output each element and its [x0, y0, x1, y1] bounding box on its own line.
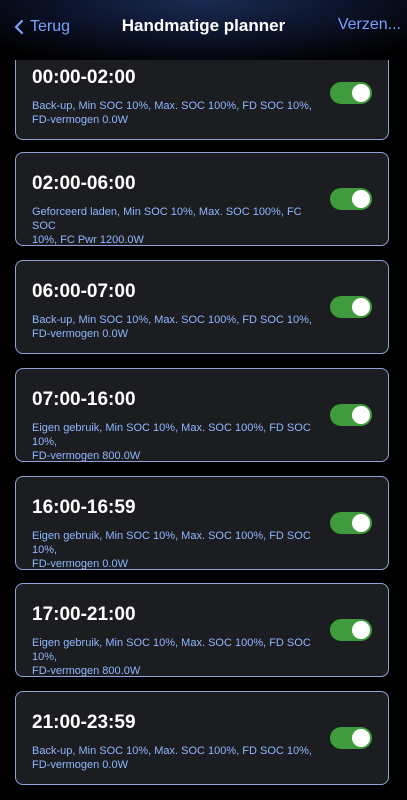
toggle-knob: [352, 190, 370, 208]
description-line: Back-up, Min SOC 10%, Max. SOC 100%, FD …: [32, 100, 312, 112]
schedule-description: Back-up, Min SOC 10%, Max. SOC 100%, FD …: [32, 99, 322, 127]
description-line: Back-up, Min SOC 10%, Max. SOC 100%, FD …: [32, 745, 312, 757]
description-line: FD-vermogen 800.0W: [32, 450, 141, 462]
schedule-description: Back-up, Min SOC 10%, Max. SOC 100%, FD …: [32, 313, 322, 341]
schedule-time: 21:00-23:59: [32, 712, 136, 733]
back-button[interactable]: Terug: [14, 16, 70, 38]
schedule-card-2[interactable]: 06:00-07:00 Back-up, Min SOC 10%, Max. S…: [15, 260, 389, 354]
schedule-time: 02:00-06:00: [32, 173, 136, 194]
schedule-toggle[interactable]: [330, 82, 372, 104]
schedule-list[interactable]: 00:00-02:00 Back-up, Min SOC 10%, Max. S…: [0, 60, 407, 800]
schedule-toggle[interactable]: [330, 404, 372, 426]
schedule-card-1[interactable]: 02:00-06:00 Geforceerd laden, Min SOC 10…: [15, 152, 389, 246]
description-line: FD-vermogen 0.0W: [32, 558, 128, 570]
schedule-card-6[interactable]: 21:00-23:59 Back-up, Min SOC 10%, Max. S…: [15, 691, 389, 785]
schedule-toggle[interactable]: [330, 619, 372, 641]
description-line: Geforceerd laden, Min SOC 10%, Max. SOC …: [32, 206, 302, 232]
description-line: Eigen gebruik, Min SOC 10%, Max. SOC 100…: [32, 422, 311, 448]
toggle-knob: [352, 406, 370, 424]
description-line: Back-up, Min SOC 10%, Max. SOC 100%, FD …: [32, 314, 312, 326]
schedule-toggle[interactable]: [330, 188, 372, 210]
description-line: 10%, FC Pwr 1200.0W: [32, 234, 144, 246]
schedule-description: Eigen gebruik, Min SOC 10%, Max. SOC 100…: [32, 421, 322, 463]
description-line: Eigen gebruik, Min SOC 10%, Max. SOC 100…: [32, 530, 311, 556]
description-line: FD-vermogen 800.0W: [32, 665, 141, 677]
schedule-card-0[interactable]: 00:00-02:00 Back-up, Min SOC 10%, Max. S…: [15, 60, 389, 140]
schedule-time: 00:00-02:00: [32, 67, 136, 88]
schedule-description: Eigen gebruik, Min SOC 10%, Max. SOC 100…: [32, 636, 322, 678]
schedule-time: 17:00-21:00: [32, 604, 136, 625]
schedule-card-5[interactable]: 17:00-21:00 Eigen gebruik, Min SOC 10%, …: [15, 583, 389, 677]
toggle-knob: [352, 729, 370, 747]
toggle-knob: [352, 621, 370, 639]
description-line: Eigen gebruik, Min SOC 10%, Max. SOC 100…: [32, 637, 311, 663]
schedule-description: Geforceerd laden, Min SOC 10%, Max. SOC …: [32, 205, 322, 247]
back-label: Terug: [30, 18, 71, 35]
schedule-toggle[interactable]: [330, 727, 372, 749]
toggle-knob: [352, 298, 370, 316]
chevron-left-icon: [14, 19, 24, 35]
toggle-knob: [352, 514, 370, 532]
app-header: Terug Handmatige planner Verzen...: [0, 0, 407, 60]
description-line: FD-vermogen 0.0W: [32, 759, 128, 771]
send-button[interactable]: Verzen...: [338, 16, 401, 34]
schedule-time: 16:00-16:59: [32, 497, 136, 518]
toggle-knob: [352, 84, 370, 102]
schedule-description: Eigen gebruik, Min SOC 10%, Max. SOC 100…: [32, 529, 322, 571]
schedule-toggle[interactable]: [330, 296, 372, 318]
schedule-time: 07:00-16:00: [32, 389, 136, 410]
schedule-time: 06:00-07:00: [32, 281, 136, 302]
schedule-toggle[interactable]: [330, 512, 372, 534]
description-line: FD-vermogen 0.0W: [32, 328, 128, 340]
description-line: FD-vermogen 0.0W: [32, 114, 128, 126]
schedule-card-4[interactable]: 16:00-16:59 Eigen gebruik, Min SOC 10%, …: [15, 476, 389, 570]
schedule-description: Back-up, Min SOC 10%, Max. SOC 100%, FD …: [32, 744, 322, 772]
schedule-card-3[interactable]: 07:00-16:00 Eigen gebruik, Min SOC 10%, …: [15, 368, 389, 462]
